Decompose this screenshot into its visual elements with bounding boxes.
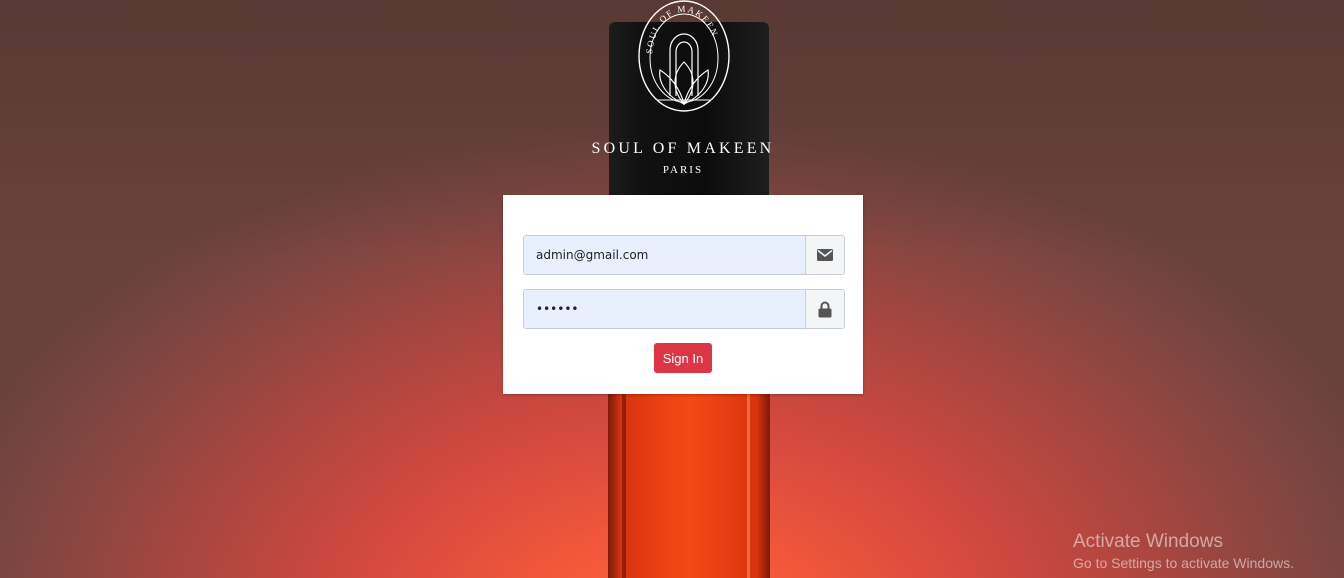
email-field[interactable] [524,236,805,274]
brand-name: SOUL OF MAKEEN [591,140,775,157]
perfume-bottle-glass [608,392,770,578]
svg-text:SOUL OF MAKEEN: SOUL OF MAKEEN [644,4,720,55]
activate-windows-subtitle: Go to Settings to activate Windows. [1073,555,1294,571]
password-input-group [523,289,845,329]
password-addon [805,290,844,328]
login-card: Sign In [503,195,863,394]
lock-icon [818,301,832,317]
password-field[interactable] [524,290,805,328]
brand-city: PARIS [662,164,704,176]
login-page: SOUL OF MAKEEN SOUL OF MAKEEN PARIS admi… [0,0,1344,578]
email-input-group [523,235,845,275]
email-addon [805,236,844,274]
activate-windows-title: Activate Windows [1073,531,1223,552]
envelope-icon [817,249,833,261]
logo-arc-text: SOUL OF MAKEEN [644,4,719,55]
sign-in-button[interactable]: Sign In [654,343,712,373]
windows-activation-watermark: Activate Windows Go to Settings to activ… [1073,531,1294,571]
brand-logo: SOUL OF MAKEEN [638,0,730,112]
